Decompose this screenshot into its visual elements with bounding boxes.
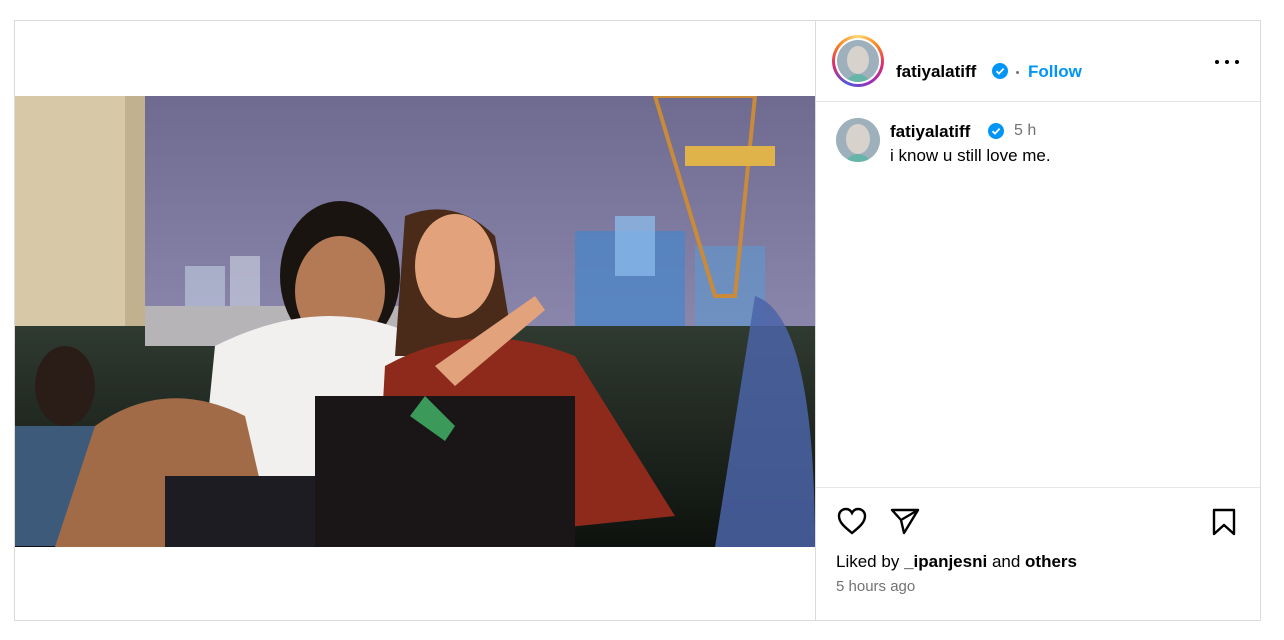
verified-badge-icon — [992, 63, 1008, 79]
liked-by-prefix: Liked by — [836, 552, 900, 571]
separator-dot — [1016, 71, 1019, 74]
author-avatar[interactable] — [837, 40, 879, 82]
avatar-image — [837, 40, 879, 82]
post-header: fatiyalatiff Follow — [816, 21, 1260, 102]
author-username[interactable]: fatiyalatiff — [896, 62, 976, 82]
caption-avatar[interactable] — [836, 118, 880, 162]
caption-username[interactable]: fatiyalatiff — [890, 122, 970, 142]
post-photo[interactable] — [15, 96, 815, 547]
story-ring[interactable] — [832, 35, 884, 87]
post-time-ago[interactable]: 5 hours ago — [836, 578, 915, 595]
bookmark-icon[interactable] — [1211, 507, 1237, 537]
liked-by-others-link[interactable]: others — [1025, 552, 1077, 571]
share-icon[interactable] — [889, 507, 921, 535]
more-options-icon[interactable] — [1212, 51, 1242, 71]
post-photo-image — [15, 96, 815, 547]
caption-text: i know u still love me. — [890, 146, 1051, 165]
liked-by-and: and — [991, 552, 1021, 571]
likes-summary: Liked by _ipanjesni and others — [836, 552, 1077, 572]
caption-area: fatiyalatiff 5 h i know u still love me. — [816, 102, 1260, 487]
caption-avatar-image — [836, 118, 880, 162]
heart-icon[interactable] — [836, 506, 868, 536]
post-card: fatiyalatiff Follow fatiyalatiff 5 h i k… — [14, 20, 1261, 621]
caption-timestamp: 5 h — [1014, 122, 1037, 139]
verified-badge-icon — [988, 123, 1004, 139]
action-bar: Liked by _ipanjesni and others 5 hours a… — [816, 487, 1260, 621]
liked-by-user-link[interactable]: _ipanjesni — [904, 552, 987, 571]
post-sidebar: fatiyalatiff Follow fatiyalatiff 5 h i k… — [816, 21, 1260, 620]
post-media — [15, 21, 816, 620]
follow-button[interactable]: Follow — [1028, 62, 1082, 82]
